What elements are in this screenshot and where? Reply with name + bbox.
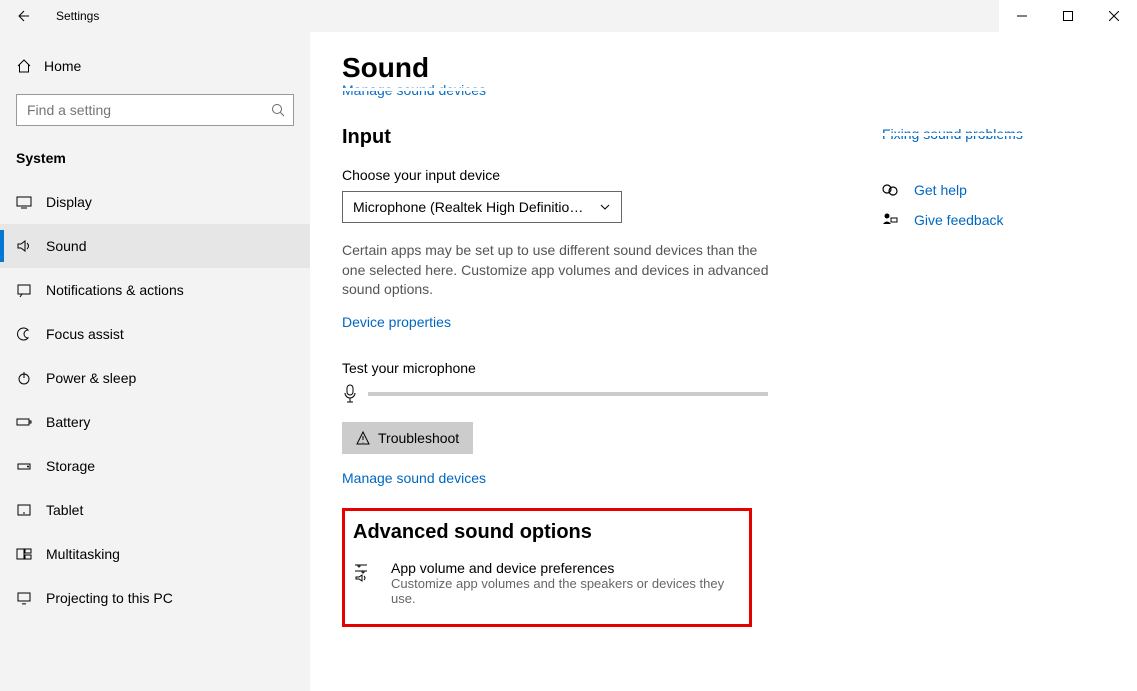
battery-icon (16, 414, 46, 430)
mic-level-bar (368, 392, 768, 396)
sidebar-item-multitasking[interactable]: Multitasking (0, 532, 310, 576)
tablet-icon (16, 502, 46, 518)
sidebar-item-display[interactable]: Display (0, 180, 310, 224)
sound-icon (16, 238, 46, 254)
search-input-wrap[interactable] (16, 94, 294, 126)
get-help-link[interactable]: Get help (914, 182, 967, 198)
help-icon (882, 182, 900, 198)
sidebar-item-label: Display (46, 194, 92, 210)
give-feedback-link[interactable]: Give feedback (914, 212, 1004, 228)
sliders-icon (353, 560, 377, 606)
sidebar-home-label: Home (44, 58, 81, 74)
app-volume-title: App volume and device preferences (391, 560, 741, 576)
sidebar: Home System Display Sound Notifications … (0, 32, 310, 691)
highlight-box: Advanced sound options App volume and de… (342, 508, 752, 627)
maximize-icon (1063, 11, 1073, 21)
sidebar-item-label: Notifications & actions (46, 282, 184, 298)
sidebar-item-battery[interactable]: Battery (0, 400, 310, 444)
get-help-row[interactable]: Get help (882, 182, 1082, 198)
troubleshoot-label: Troubleshoot (378, 430, 459, 446)
search-input[interactable] (25, 101, 271, 119)
chevron-down-icon (599, 201, 611, 213)
fixing-sound-problems-link-clipped[interactable]: Fixing sound problems (882, 126, 1082, 142)
sidebar-category-label: System (0, 144, 310, 180)
sidebar-item-notifications[interactable]: Notifications & actions (0, 268, 310, 312)
close-button[interactable] (1091, 0, 1137, 32)
input-device-dropdown[interactable]: Microphone (Realtek High Definitio… (342, 191, 622, 223)
sidebar-item-label: Battery (46, 414, 90, 430)
sidebar-item-label: Tablet (46, 502, 83, 518)
minimize-button[interactable] (999, 0, 1045, 32)
input-device-selected: Microphone (Realtek High Definitio… (353, 199, 599, 215)
search-icon (271, 103, 285, 117)
close-icon (1109, 11, 1119, 21)
focus-assist-icon (16, 326, 46, 342)
sidebar-item-storage[interactable]: Storage (0, 444, 310, 488)
sidebar-item-label: Multitasking (46, 546, 120, 562)
app-volume-subtitle: Customize app volumes and the speakers o… (391, 576, 741, 606)
projecting-icon (16, 590, 46, 606)
home-icon (16, 58, 44, 74)
sidebar-item-tablet[interactable]: Tablet (0, 488, 310, 532)
sidebar-home[interactable]: Home (0, 52, 310, 80)
multitasking-icon (16, 546, 46, 562)
warning-icon (356, 431, 370, 445)
device-properties-link[interactable]: Device properties (342, 314, 451, 330)
storage-icon (16, 458, 46, 474)
troubleshoot-button[interactable]: Troubleshoot (342, 422, 473, 454)
minimize-icon (1017, 11, 1027, 21)
give-feedback-row[interactable]: Give feedback (882, 212, 1082, 228)
sidebar-item-focus-assist[interactable]: Focus assist (0, 312, 310, 356)
sidebar-item-label: Sound (46, 238, 86, 254)
microphone-icon (342, 384, 358, 404)
sidebar-item-label: Projecting to this PC (46, 590, 173, 606)
maximize-button[interactable] (1045, 0, 1091, 32)
input-heading: Input (342, 126, 782, 149)
display-icon (16, 194, 46, 210)
notifications-icon (16, 282, 46, 298)
sidebar-item-label: Focus assist (46, 326, 124, 342)
sidebar-item-label: Power & sleep (46, 370, 136, 386)
sidebar-item-label: Storage (46, 458, 95, 474)
feedback-icon (882, 212, 900, 228)
sidebar-item-projecting[interactable]: Projecting to this PC (0, 576, 310, 620)
input-description: Certain apps may be set up to use differ… (342, 241, 782, 300)
advanced-heading: Advanced sound options (353, 521, 741, 544)
manage-sound-devices-link[interactable]: Manage sound devices (342, 470, 486, 486)
manage-sound-devices-link-clipped[interactable]: Manage sound devices (342, 82, 1113, 98)
choose-input-label: Choose your input device (342, 167, 782, 183)
test-mic-label: Test your microphone (342, 360, 782, 376)
power-icon (16, 370, 46, 386)
sidebar-item-sound[interactable]: Sound (0, 224, 310, 268)
back-button[interactable] (0, 0, 44, 32)
page-title: Sound (342, 52, 1113, 84)
app-volume-preferences-item[interactable]: App volume and device preferences Custom… (353, 560, 741, 606)
back-arrow-icon (14, 8, 30, 24)
sidebar-item-power-sleep[interactable]: Power & sleep (0, 356, 310, 400)
window-title: Settings (56, 9, 99, 23)
